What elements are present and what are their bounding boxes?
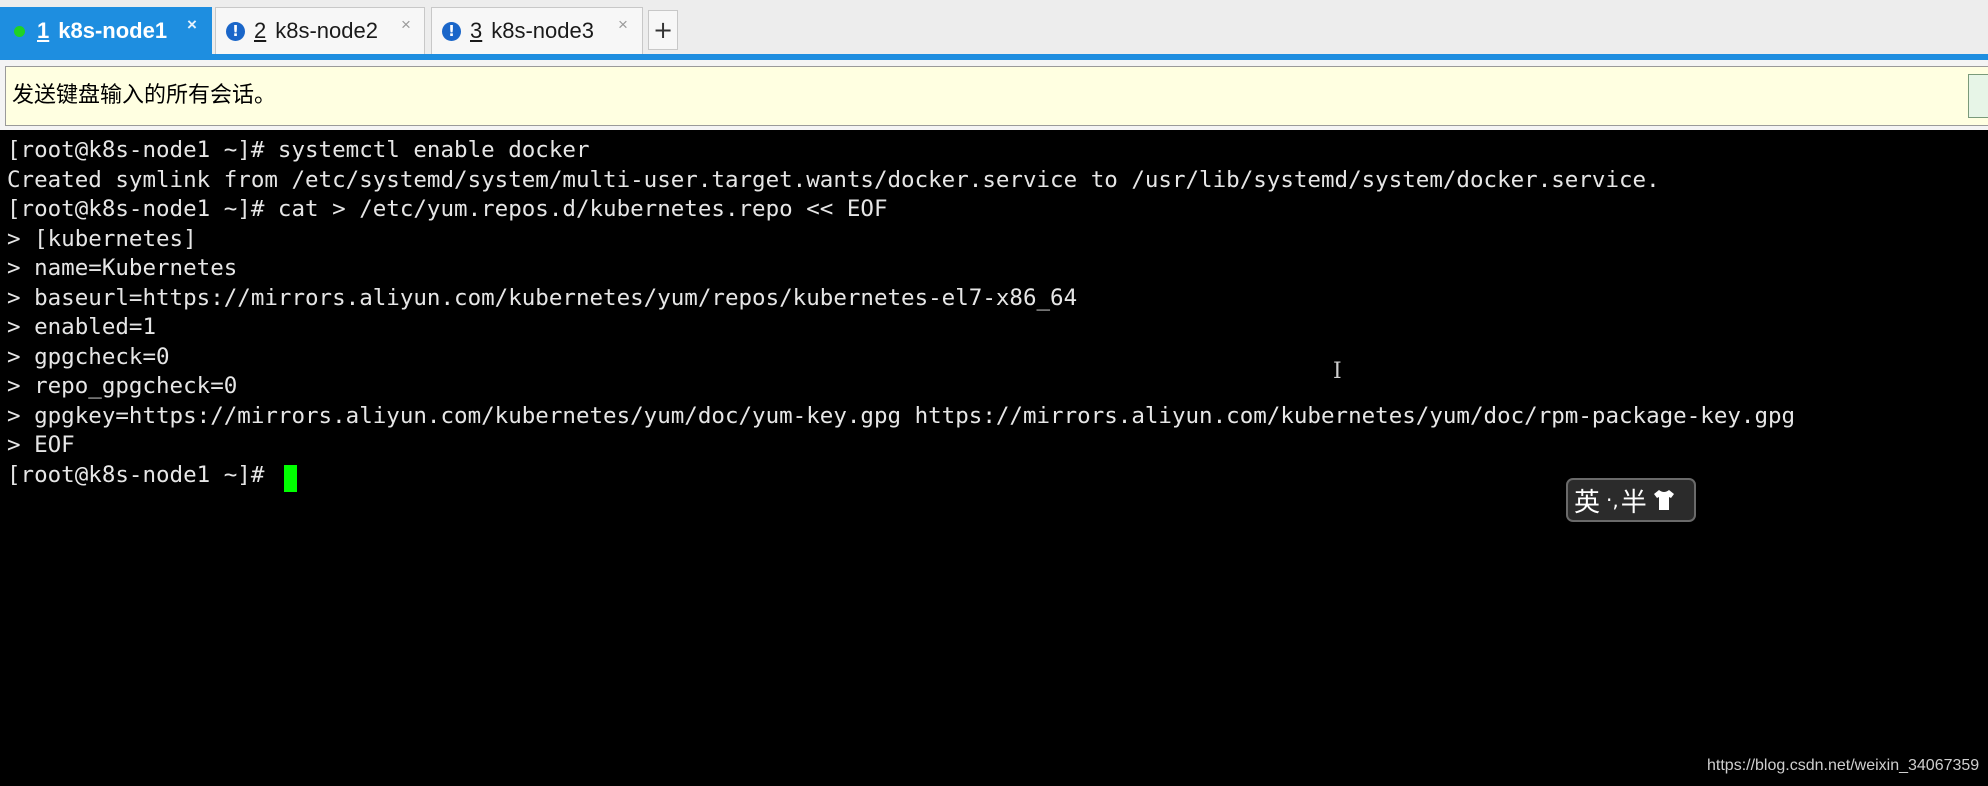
close-icon[interactable]: × [187,15,197,35]
tab-number: 3 [470,18,483,43]
tab-label: k8s-node2 [275,18,378,43]
green-dot-icon [14,25,25,37]
warning-icon: ! [442,21,461,41]
terminal-app-window: 1 k8s-node1 × ! 2 k8s-node2 × ! 3 k8s-no… [0,0,1988,786]
terminal-line: > baseurl=https://mirrors.aliyun.com/kub… [7,284,1078,311]
watermark-url: https://blog.csdn.net/weixin_34067359 [1707,757,1980,774]
close-icon[interactable]: × [618,15,628,35]
terminal-cursor [284,465,297,492]
terminal-line: > [kubernetes] [7,225,197,252]
terminal-line: > gpgkey=https://mirrors.aliyun.com/kube… [7,402,1796,429]
session-tab-bar: 1 k8s-node1 × ! 2 k8s-node2 × ! 3 k8s-no… [0,0,1988,55]
tab-number: 1 [37,18,50,43]
tab-label: k8s-node3 [491,18,594,43]
close-icon[interactable]: × [401,15,411,35]
warning-icon: ! [226,21,245,41]
tab-k8s-node1[interactable]: 1 k8s-node1 × [0,7,212,54]
add-tab-button[interactable]: + [648,10,678,50]
ime-language-label: 英 [1574,487,1601,518]
ime-status-widget[interactable]: 英 ·, 半 [1566,478,1696,522]
terminal-prompt-line: [root@k8s-node1 ~]# [7,461,278,488]
text-cursor-icon: I [1333,359,1342,384]
terminal-line: > gpgcheck=0 [7,343,170,370]
terminal-line: > enabled=1 [7,314,157,340]
send-to-all-input[interactable]: 发送键盘输入的所有会话。 [5,66,1988,126]
terminal-line: [root@k8s-node1 ~]# cat > /etc/yum.repos… [7,196,888,222]
terminal-line: > name=Kubernetes [7,255,238,281]
terminal-line: [root@k8s-node1 ~]# systemctl enable doc… [7,137,590,163]
tab-label: k8s-node1 [58,18,168,43]
send-button[interactable] [1968,74,1988,118]
tab-k8s-node2[interactable]: ! 2 k8s-node2 × [215,7,425,54]
tab-number: 2 [254,18,267,43]
tab-k8s-node3[interactable]: ! 3 k8s-node3 × [431,7,643,54]
terminal-output[interactable]: [root@k8s-node1 ~]# systemctl enable doc… [0,134,1988,786]
ime-width-label: 半 [1620,487,1647,518]
shirt-icon [1653,490,1674,510]
terminal-line: > EOF [7,432,75,458]
ime-punctuation-label: ·, [1606,488,1619,512]
terminal-line: Created symlink from /etc/systemd/system… [7,166,1660,193]
send-to-all-bar: 发送键盘输入的所有会话。 [0,60,1988,130]
terminal-line: > repo_gpgcheck=0 [7,373,238,399]
